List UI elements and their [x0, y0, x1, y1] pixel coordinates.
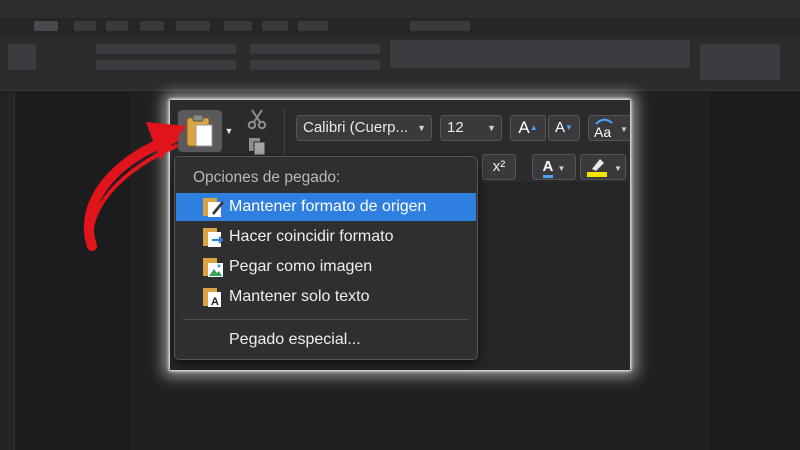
ribbon-block: [8, 44, 36, 70]
tab: [176, 21, 210, 31]
chevron-down-icon: ▼: [487, 123, 496, 133]
superscript-button[interactable]: x²: [482, 154, 516, 180]
ribbon-block: [250, 60, 380, 70]
chevron-down-icon: ▼: [417, 123, 426, 133]
increase-arrow-icon: ▲: [529, 123, 538, 132]
tab: [224, 21, 252, 31]
superscript-label: x²: [492, 158, 506, 175]
tab: [140, 21, 164, 31]
paste-button[interactable]: [178, 110, 222, 152]
tab: [410, 21, 470, 31]
styles-gallery: [390, 40, 690, 68]
paste-options-dropdown-arrow[interactable]: ▼: [224, 124, 234, 138]
svg-text:Aa: Aa: [594, 124, 611, 140]
paste-options-header: Opciones de pegado:: [193, 169, 341, 186]
left-ruler: [0, 92, 15, 450]
chevron-down-icon: ▼: [557, 164, 566, 173]
font-color-button[interactable]: A ▼: [532, 154, 576, 180]
font-size-select[interactable]: 12 ▼: [440, 115, 502, 141]
tab: [298, 21, 328, 31]
menu-divider: [183, 319, 469, 320]
clipboard-icon: [186, 114, 213, 147]
keep-text-only-icon: A: [203, 288, 221, 308]
tab: [106, 21, 128, 31]
decrease-arrow-icon: ▼: [565, 123, 573, 132]
ribbon-block: [96, 44, 236, 54]
grow-font-label: A: [518, 118, 530, 137]
paste-picture-icon: [203, 258, 223, 277]
keep-source-format-icon: [203, 198, 224, 217]
highlighter-icon: ▼: [587, 159, 622, 177]
svg-text:▼: ▼: [614, 164, 622, 173]
match-format-icon: [203, 228, 224, 247]
menu-item-label: Hacer coincidir formato: [229, 228, 394, 245]
grow-font-button[interactable]: A▲: [510, 115, 546, 141]
change-case-icon: Aa ▼: [594, 118, 628, 140]
menu-item-paste-picture[interactable]: Pegar como imagen: [176, 253, 476, 281]
svg-text:▼: ▼: [620, 125, 628, 134]
shrink-font-button[interactable]: A▼: [548, 115, 580, 141]
menu-item-keep-text-only[interactable]: A Mantener solo texto: [176, 283, 476, 311]
menu-item-keep-source-format[interactable]: Mantener formato de origen: [176, 193, 476, 221]
menu-item-label: Pegar como imagen: [229, 258, 373, 275]
menu-item-label: Mantener solo texto: [229, 288, 370, 305]
ribbon-block: [700, 44, 780, 80]
toolbar-separator: [284, 108, 285, 158]
svg-text:A: A: [211, 296, 219, 308]
title-bar: [0, 0, 800, 18]
font-color-label: A: [542, 158, 554, 178]
menu-item-match-format[interactable]: Hacer coincidir formato: [176, 223, 476, 251]
font-name-select[interactable]: Calibri (Cuerp... ▼: [296, 115, 432, 141]
menu-item-label: Mantener formato de origen: [229, 198, 427, 215]
ribbon-block: [96, 60, 236, 70]
highlight-button[interactable]: ▼: [580, 154, 626, 180]
shrink-font-label: A: [555, 119, 566, 136]
ribbon-block: [250, 44, 380, 54]
font-size-value: 12: [447, 119, 464, 136]
font-name-value: Calibri (Cuerp...: [303, 119, 409, 136]
tab: [262, 21, 288, 31]
spotlight-panel: ▼ Calibri (Cuerp... ▼ 12 ▼ A▲ A▼ Aa ▼ x²…: [170, 100, 630, 370]
tab: [74, 21, 96, 31]
tab-home: [34, 21, 58, 31]
scissors-icon[interactable]: [246, 108, 268, 130]
paste-options-menu: Opciones de pegado: Mantener formato de …: [174, 156, 478, 360]
menu-item-paste-special[interactable]: Pegado especial...: [229, 331, 361, 349]
change-case-button[interactable]: Aa ▼: [588, 115, 630, 141]
copy-icon[interactable]: [246, 136, 268, 156]
